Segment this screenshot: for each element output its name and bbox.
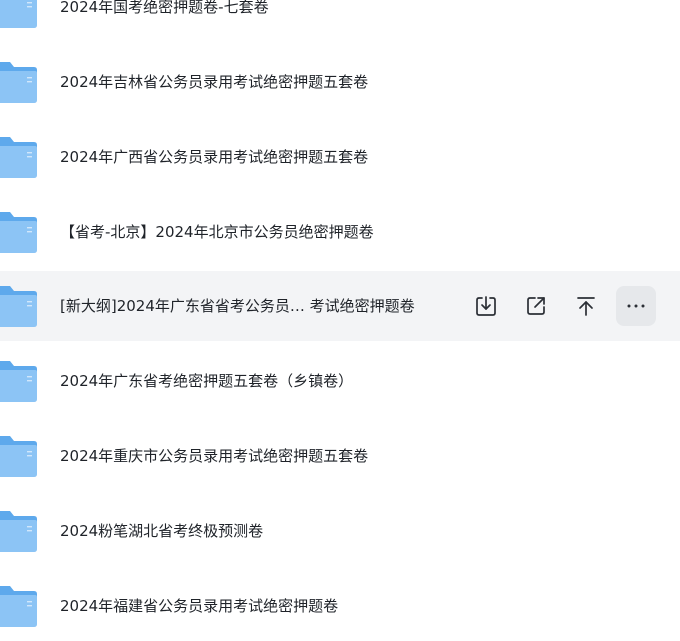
share-button[interactable]	[516, 286, 556, 326]
file-name[interactable]: 2024年吉林省公务员录用考试绝密押题五套卷	[60, 47, 368, 117]
file-name[interactable]: [新大纲]2024年广东省省考公务员… 考试绝密押题卷	[60, 271, 415, 341]
download-icon	[476, 296, 496, 316]
file-name[interactable]: 2024粉笔湖北省考终极预测卷	[60, 496, 263, 566]
folder-icon	[0, 209, 38, 255]
file-row[interactable]: 2024年重庆市公务员录用考试绝密押题五套卷	[0, 421, 680, 491]
file-row[interactable]: 2024年福建省公务员录用考试绝密押题卷	[0, 571, 680, 641]
share-icon	[527, 297, 545, 315]
file-row[interactable]: 2024年广东省考绝密押题五套卷（乡镇卷）	[0, 346, 680, 416]
file-row-hovered[interactable]: [新大纲]2024年广东省省考公务员… 考试绝密押题卷	[0, 271, 680, 341]
download-button[interactable]	[466, 286, 506, 326]
folder-icon	[0, 59, 38, 105]
folder-icon	[0, 433, 38, 479]
folder-icon	[0, 0, 38, 30]
pin-to-top-icon	[577, 297, 595, 316]
file-name[interactable]: 2024年福建省公务员录用考试绝密押题卷	[60, 571, 338, 641]
file-name[interactable]: 2024年国考绝密押题卷-七套卷	[60, 0, 269, 42]
more-icon	[627, 304, 645, 308]
folder-icon	[0, 358, 38, 404]
file-row[interactable]: 2024年国考绝密押题卷-七套卷	[0, 0, 680, 42]
folder-icon	[0, 283, 38, 329]
file-name[interactable]: 2024年广东省考绝密押题五套卷（乡镇卷）	[60, 346, 353, 416]
pin-to-top-button[interactable]	[566, 286, 606, 326]
folder-icon	[0, 508, 38, 554]
file-name[interactable]: 2024年重庆市公务员录用考试绝密押题五套卷	[60, 421, 368, 491]
row-actions	[456, 286, 656, 326]
file-row[interactable]: 2024年吉林省公务员录用考试绝密押题五套卷	[0, 47, 680, 117]
file-name[interactable]: 【省考-北京】2024年北京市公务员绝密押题卷	[60, 197, 374, 267]
file-list: 2024年国考绝密押题卷-七套卷 2024年吉林省公务员录用考试绝密押题五套卷 …	[0, 0, 680, 622]
file-name[interactable]: 2024年广西省公务员录用考试绝密押题五套卷	[60, 122, 368, 192]
file-row[interactable]: 2024粉笔湖北省考终极预测卷	[0, 496, 680, 566]
more-button[interactable]	[616, 286, 656, 326]
folder-icon	[0, 134, 38, 180]
folder-icon	[0, 583, 38, 629]
file-row[interactable]: 2024年广西省公务员录用考试绝密押题五套卷	[0, 122, 680, 192]
file-row[interactable]: 【省考-北京】2024年北京市公务员绝密押题卷	[0, 197, 680, 267]
